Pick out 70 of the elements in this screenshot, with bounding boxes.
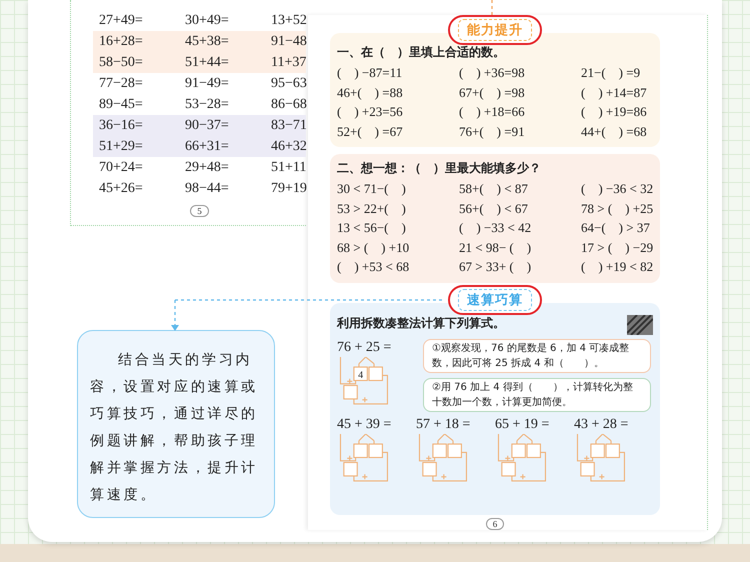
equation: 68 > ( ) +10 bbox=[337, 238, 410, 257]
equation: ( ) −36 < 32 bbox=[581, 180, 654, 198]
equation: 83−71 bbox=[271, 118, 308, 134]
equation: 57 + 18 = bbox=[416, 416, 472, 434]
equation: 21 < 98− ( ) bbox=[459, 238, 532, 257]
equation: 79+19 bbox=[271, 180, 308, 196]
equation: 78 > ( ) +25 bbox=[581, 200, 654, 218]
equation: 56+( ) < 67 bbox=[459, 200, 529, 218]
equation: ( ) +14=87 bbox=[581, 84, 648, 102]
equation: 51+44= bbox=[185, 54, 230, 70]
hint-bubble: ②用 76 加上 4 得到（ ），计算转化为整十数加一个数，计算更加简便。 bbox=[423, 378, 651, 412]
section-badge: 能力提升 bbox=[458, 19, 532, 41]
equation: 89−45= bbox=[99, 96, 144, 112]
equation: 76 + 25 = bbox=[337, 338, 392, 356]
page-number: 5 bbox=[190, 205, 209, 217]
equation: 98−44= bbox=[185, 180, 230, 196]
section-badge: 速算巧算 bbox=[458, 288, 532, 310]
equation: 65 + 19 = bbox=[495, 416, 550, 434]
section-title: 一、在（ ）里填上合适的数。 bbox=[337, 44, 506, 61]
equation: 95−63 bbox=[271, 76, 308, 92]
section-title: 利用拆数凑整法计算下列算式。 bbox=[337, 315, 505, 332]
equation: 13 < 56−( ) bbox=[337, 219, 407, 237]
equation: 86−68 bbox=[271, 96, 308, 112]
equation: ( ) +53 < 68 bbox=[337, 258, 410, 276]
equation: 43 + 28 = bbox=[574, 416, 630, 434]
equation: 51+11 bbox=[271, 160, 308, 176]
equation: 45+38= bbox=[185, 34, 230, 50]
equation: 58+( ) < 87 bbox=[459, 180, 529, 198]
equation: 91−48 bbox=[271, 34, 308, 50]
equation: 36−16= bbox=[99, 118, 144, 134]
equation: 53−28= bbox=[185, 96, 230, 112]
equation: ( ) −33 < 42 bbox=[459, 219, 532, 237]
equation: 51+29= bbox=[99, 138, 144, 154]
callout-text: 结合当天的学习内容，设置对应的速算或巧算技巧，通过详尽的例题讲解，帮助孩子理解并掌握方法，提升计算速度。 bbox=[90, 351, 259, 505]
equation: ( ) +18=66 bbox=[459, 103, 526, 121]
equation: 16+28= bbox=[99, 34, 144, 50]
page-number: 6 bbox=[486, 518, 504, 530]
equation: 45+26= bbox=[99, 180, 144, 196]
equation: ( ) −87=11 bbox=[337, 64, 404, 82]
equation: 11+37 bbox=[271, 54, 308, 70]
equation: 21−( ) =9 bbox=[581, 64, 642, 82]
equation: 53 > 22+( ) bbox=[337, 200, 407, 218]
equation: 90−37= bbox=[185, 118, 230, 134]
equation: 91−49= bbox=[185, 76, 230, 92]
equation: 70+24= bbox=[99, 160, 144, 176]
equation: 76+( ) =91 bbox=[459, 122, 526, 141]
equation: ( ) +19 < 82 bbox=[581, 258, 654, 276]
equation: 46+32 bbox=[271, 138, 308, 154]
equation: ( ) +19=86 bbox=[581, 103, 648, 121]
equation: 30 < 71−( ) bbox=[337, 180, 407, 198]
equation: 30+49= bbox=[185, 12, 230, 28]
equation: 58−50= bbox=[99, 54, 144, 70]
equation: 27+49= bbox=[99, 12, 144, 28]
equation: ( ) +36=98 bbox=[459, 64, 526, 82]
equation: 77−28= bbox=[99, 76, 144, 92]
equation: 44+( ) =68 bbox=[581, 122, 648, 141]
equation: 52+( ) =67 bbox=[337, 122, 404, 141]
equation: 13+52 bbox=[271, 12, 308, 28]
equation: 67+( ) =98 bbox=[459, 84, 526, 102]
equation: 45 + 39 = bbox=[337, 416, 392, 434]
split-number: 4 bbox=[358, 369, 364, 380]
equation: 17 > ( ) −29 bbox=[581, 238, 654, 257]
hint-bubble: ①观察发现，76 的尾数是 6，加 4 可凑成整数，因此可将 25 拆成 4 和（ ）。 bbox=[423, 338, 651, 372]
equation: ( ) +23=56 bbox=[337, 103, 404, 121]
equation: 29+48= bbox=[185, 160, 230, 176]
equation: 66+31= bbox=[185, 138, 230, 154]
equation: 64−( ) > 37 bbox=[581, 219, 651, 237]
equation: 46+( ) =88 bbox=[337, 84, 404, 102]
section-title: 二、想一想：（ ）里最大能填多少？ bbox=[337, 160, 542, 177]
equation: 67 > 33+ ( ) bbox=[459, 258, 532, 276]
